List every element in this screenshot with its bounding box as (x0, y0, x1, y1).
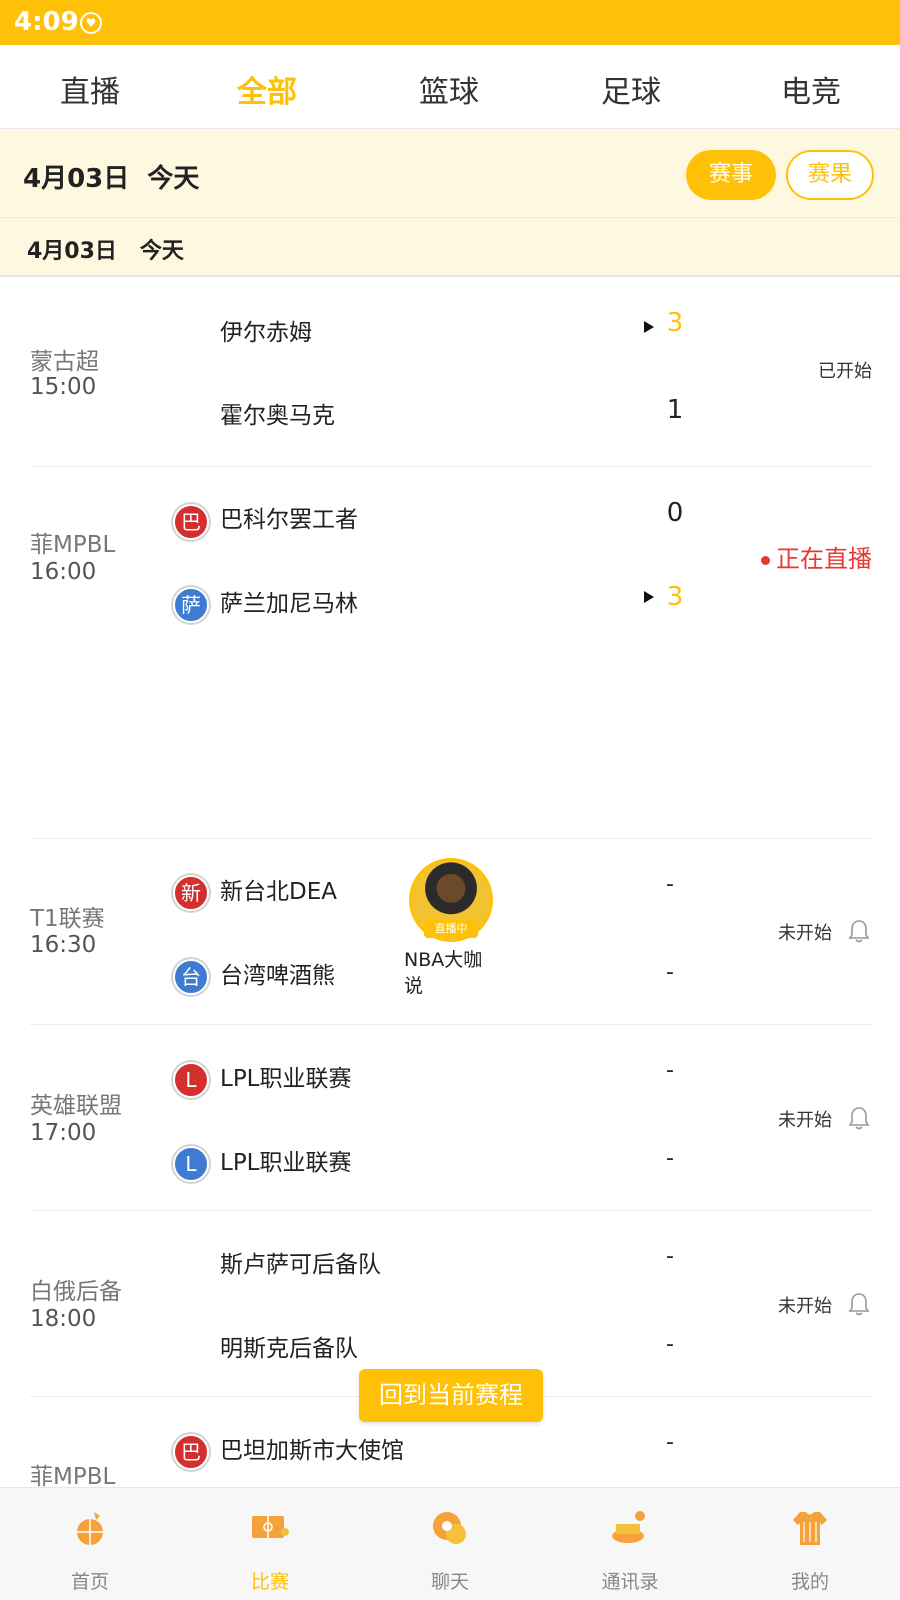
home-team-name: 巴坦加斯市大使馆 (220, 1438, 404, 1464)
match-time: 16:30 (30, 932, 97, 958)
play-icon (644, 321, 654, 333)
match-status: 未开始 (778, 1296, 832, 1317)
match-time: 18:00 (30, 1306, 97, 1332)
match-row[interactable]: 英雄联盟 17:00 L LPL职业联赛 - L LPL职业联赛 - 未开始 (0, 1025, 900, 1211)
bell-icon[interactable] (848, 919, 870, 943)
nav-matches[interactable]: 比赛 (180, 1488, 360, 1600)
tab-basketball[interactable]: 篮球 (419, 67, 479, 111)
away-team-name: 明斯克后备队 (220, 1336, 358, 1362)
match-row[interactable]: 菲MPBL 16:00 巴 巴科尔罢工者 0 萨 萨兰加尼马林 3 正在直播 直… (0, 467, 900, 997)
away-team-name: 萨兰加尼马林 (220, 591, 358, 617)
match-row[interactable]: T1联赛 16:30 新 新台北DEA - 台 台湾啤酒熊 - 未开始 (0, 839, 900, 1025)
sport-tabs: 直播 全部 篮球 足球 电竞 (0, 45, 900, 129)
bell-icon[interactable] (848, 1292, 870, 1316)
section-date: 4月03日 今天 (27, 239, 184, 264)
team-logo: 巴 (173, 504, 209, 540)
match-row[interactable]: 蒙古超 15:00 伊尔赤姆 3 霍尔奥马克 1 已开始 (0, 277, 900, 467)
court-icon (252, 1516, 289, 1538)
away-score: - (666, 1332, 674, 1357)
league-name: 白俄后备 (30, 1279, 122, 1305)
events-button[interactable]: 赛事 (686, 150, 776, 200)
league-name: T1联赛 (30, 906, 105, 932)
home-team-name: LPL职业联赛 (220, 1066, 352, 1092)
nav-mine-label: 我的 (790, 1571, 829, 1593)
nav-home[interactable]: 首页 (0, 1488, 180, 1600)
team-logo: 萨 (173, 587, 209, 623)
league-name: 英雄联盟 (30, 1093, 122, 1119)
play-icon (644, 591, 654, 603)
home-team-name: 巴科尔罢工者 (220, 507, 358, 533)
league-name: 蒙古超 (30, 349, 99, 375)
bell-icon[interactable] (848, 1106, 870, 1130)
team-logo: 巴 (173, 1434, 209, 1470)
away-score: - (666, 960, 674, 985)
bottom-nav: 首页 比赛 聊天 通讯录 我的 (0, 1487, 900, 1600)
nav-home-label: 首页 (70, 1571, 109, 1593)
match-time: 15:00 (30, 374, 97, 400)
contacts-icon (612, 1511, 645, 1543)
nav-contacts-label: 通讯录 (601, 1571, 659, 1593)
league-name: 菲MPBL (30, 1464, 116, 1487)
match-status: 未开始 (778, 1110, 832, 1131)
tab-live[interactable]: 直播 (60, 67, 120, 111)
home-score: - (666, 1058, 674, 1083)
nav-chat[interactable]: 聊天 (360, 1488, 540, 1600)
nav-mine[interactable]: 我的 (720, 1488, 900, 1600)
team-logo: 新 (173, 875, 209, 911)
shield-icon: ♥ (80, 12, 102, 34)
nav-matches-label: 比赛 (250, 1571, 289, 1593)
live-status: 正在直播 (761, 539, 872, 574)
match-status: 已开始 (818, 361, 872, 382)
home-team-name: 斯卢萨可后备队 (220, 1252, 381, 1278)
jersey-icon (793, 1512, 827, 1545)
live-dot-icon (761, 555, 770, 565)
away-score: 3 (666, 582, 684, 612)
away-team-name: LPL职业联赛 (220, 1150, 352, 1176)
tab-football[interactable]: 足球 (601, 67, 661, 111)
team-logo: L (173, 1146, 209, 1182)
team-logo: 台 (173, 959, 209, 995)
away-score: 1 (666, 395, 684, 425)
home-basketball-icon (77, 1512, 103, 1545)
status-bar: 4:09 ♥ (0, 0, 900, 45)
tab-all[interactable]: 全部 (237, 67, 297, 111)
home-score: - (666, 1244, 674, 1269)
nav-chat-label: 聊天 (430, 1571, 469, 1593)
away-score: - (666, 1146, 674, 1171)
home-team-name: 伊尔赤姆 (220, 320, 312, 346)
tab-esports[interactable]: 电竞 (781, 67, 841, 111)
section-date-header: 4月03日 今天 (0, 217, 900, 277)
results-button[interactable]: 赛果 (786, 150, 874, 200)
away-team-name: 霍尔奥马克 (220, 403, 335, 429)
nav-contacts[interactable]: 通讯录 (540, 1488, 720, 1600)
date-title: 4月03日 今天 (23, 164, 200, 194)
chat-icon (433, 1512, 466, 1544)
home-score: 3 (666, 308, 684, 338)
league-name: 菲MPBL (30, 532, 116, 558)
date-header: 4月03日 今天 赛事 赛果 (0, 129, 900, 217)
back-to-current-button[interactable]: 回到当前赛程 (359, 1369, 543, 1422)
home-team-name: 新台北DEA (220, 879, 337, 905)
team-logo: L (173, 1062, 209, 1098)
home-score: - (666, 1430, 674, 1455)
match-time: 16:00 (30, 559, 97, 585)
live-status-label: 正在直播 (776, 545, 872, 573)
home-score: 0 (666, 498, 684, 528)
home-score: - (666, 872, 674, 897)
match-time: 17:00 (30, 1120, 97, 1146)
match-list[interactable]: 蒙古超 15:00 伊尔赤姆 3 霍尔奥马克 1 已开始 菲MPBL 16:00… (0, 277, 900, 1487)
status-time: 4:09 (14, 7, 79, 37)
away-team-name: 台湾啤酒熊 (220, 963, 335, 989)
match-status: 未开始 (778, 923, 832, 944)
